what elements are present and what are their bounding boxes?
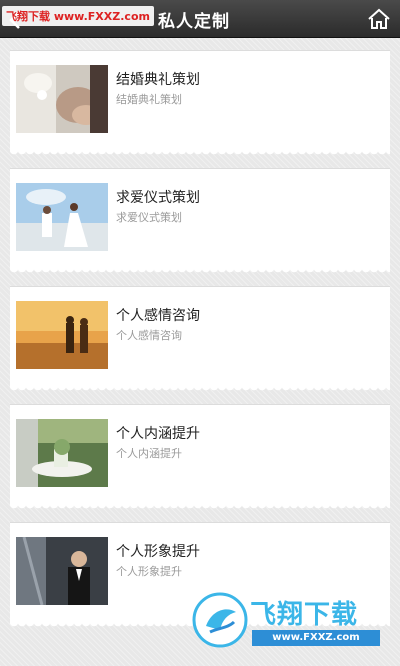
suit-portrait-photo xyxy=(16,537,108,605)
couple-sunset-photo xyxy=(16,301,108,369)
list-item[interactable]: 个人感情咨询 个人感情咨询 xyxy=(10,286,390,392)
watermark-url: www.FXXZ.com xyxy=(252,630,380,646)
item-title: 个人内涵提升 xyxy=(116,426,200,442)
item-subtitle: 个人感情咨询 xyxy=(116,329,182,342)
item-title: 个人感情咨询 xyxy=(116,308,200,324)
item-title: 个人形象提升 xyxy=(116,544,200,560)
home-icon[interactable] xyxy=(366,6,392,32)
item-subtitle: 结婚典礼策划 xyxy=(116,93,182,106)
garden-table-photo xyxy=(16,419,108,487)
top-bar: 飞翔下载 www.FXXZ.com 私人定制 xyxy=(0,0,400,38)
fxxz-logo-icon xyxy=(192,592,248,648)
watermark-top: 飞翔下载 www.FXXZ.com xyxy=(2,6,154,26)
list-item[interactable]: 结婚典礼策划 结婚典礼策划 xyxy=(10,50,390,156)
item-subtitle: 个人形象提升 xyxy=(116,565,182,578)
watermark-brand: 飞翔下载 xyxy=(250,600,359,630)
list-item[interactable]: 求爱仪式策划 求爱仪式策划 xyxy=(10,168,390,274)
item-subtitle: 个人内涵提升 xyxy=(116,447,182,460)
service-list: 结婚典礼策划 结婚典礼策划 求爱仪式策划 求爱仪式策划 个人感情咨询 个人感情咨… xyxy=(10,50,390,640)
page-title: 私人定制 xyxy=(158,12,230,32)
item-title: 结婚典礼策划 xyxy=(116,72,200,88)
list-item[interactable]: 个人内涵提升 个人内涵提升 xyxy=(10,404,390,510)
item-title: 求爱仪式策划 xyxy=(116,190,200,206)
item-subtitle: 求爱仪式策划 xyxy=(116,211,182,224)
watermark-bottom: 飞翔下载 www.FXXZ.com xyxy=(192,592,392,654)
wedding-hands-photo xyxy=(16,65,108,133)
proposal-beach-photo xyxy=(16,183,108,251)
